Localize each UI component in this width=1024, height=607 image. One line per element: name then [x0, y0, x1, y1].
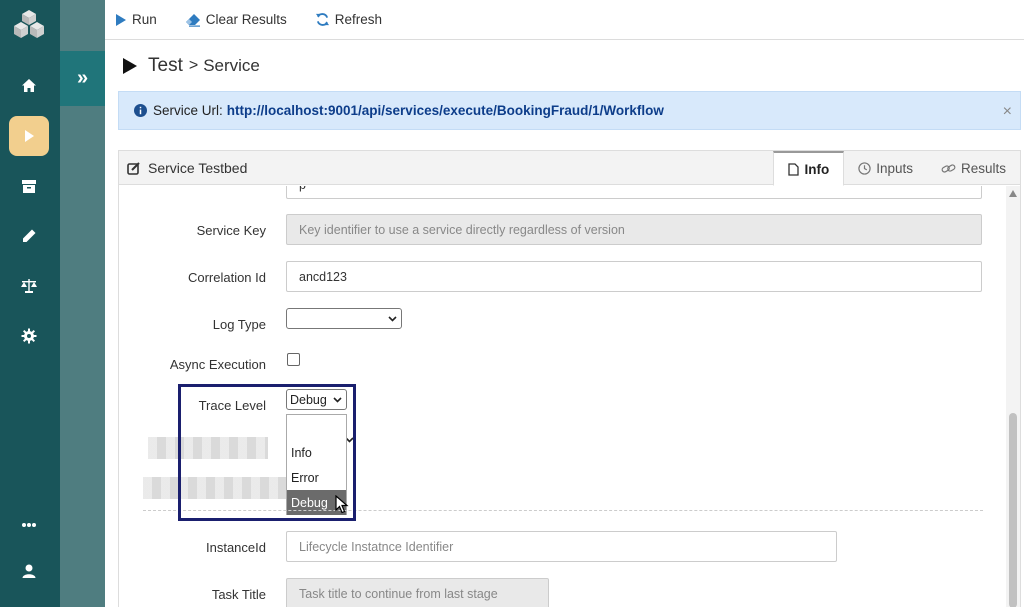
correlation-id-label: Correlation Id [187, 270, 266, 285]
left-nav [0, 0, 60, 607]
redacted-label [143, 477, 289, 499]
clear-results-label: Clear Results [205, 12, 287, 27]
task-title-input: Task title to continue from last stage [286, 578, 549, 607]
home-icon [22, 79, 36, 92]
service-testbed-panel: Service Testbed Info Inputs Results Serv… [118, 150, 1021, 607]
tab-inputs-label: Inputs [876, 160, 913, 176]
close-icon[interactable]: × [1003, 103, 1012, 121]
run-button[interactable]: Run [115, 12, 157, 27]
log-type-select[interactable] [286, 308, 402, 329]
tab-info-label: Info [804, 161, 830, 177]
refresh-icon [315, 13, 329, 26]
link-icon [941, 163, 956, 173]
play-icon [25, 130, 34, 142]
edit-square-icon [127, 161, 140, 175]
tab-info[interactable]: Info [773, 151, 845, 186]
nav-archive-button[interactable] [9, 166, 49, 206]
balance-scale-icon [21, 279, 37, 293]
vertical-scrollbar[interactable] [1006, 186, 1020, 607]
trace-level-label: Trace Level [198, 398, 266, 413]
nav-user-button[interactable] [9, 551, 49, 591]
task-title-placeholder: Task title to continue from last stage [299, 586, 498, 601]
tab-results-label: Results [960, 160, 1006, 176]
section-divider [143, 510, 983, 511]
service-key-placeholder: Key identifier to use a service directly… [299, 222, 625, 237]
instance-id-label: InstanceId [206, 540, 266, 555]
mouse-pointer-icon [335, 495, 349, 514]
play-icon [123, 58, 137, 74]
scroll-up-arrow-icon[interactable] [1009, 190, 1017, 197]
correlation-id-value: ancd123 [299, 269, 347, 284]
nav-balance-button[interactable] [9, 266, 49, 306]
breadcrumb-separator: > [188, 57, 199, 74]
eraser-icon [185, 13, 200, 27]
file-icon [788, 162, 800, 176]
app-window: » Run Clear Results Refresh Test > Servi… [0, 0, 1024, 607]
expand-sidebar-button[interactable]: » [60, 51, 105, 106]
play-icon [116, 13, 126, 26]
service-key-input: Key identifier to use a service directly… [286, 214, 982, 245]
service-url-alert: Service Url: http://localhost:9001/api/s… [118, 91, 1021, 130]
toolbar: Run Clear Results Refresh [105, 0, 1024, 40]
nav-more-button[interactable] [9, 505, 49, 545]
run-label: Run [132, 12, 157, 27]
refresh-label: Refresh [334, 12, 383, 27]
top-partial-field[interactable]: p [286, 186, 982, 199]
alert-prefix: Service Url: [153, 103, 223, 118]
trace-level-select[interactable]: Debug [286, 389, 347, 410]
scrollbar-thumb[interactable] [1009, 413, 1017, 607]
service-key-label: Service Key [196, 223, 266, 238]
tab-results[interactable]: Results [927, 151, 1020, 185]
instance-id-placeholder: Lifecycle Instatnce Identifier [299, 539, 454, 554]
breadcrumb-current: Service [203, 56, 260, 75]
nav-edit-button[interactable] [9, 216, 49, 256]
chevron-down-icon [388, 315, 397, 322]
breadcrumb: Test > Service [122, 55, 260, 77]
correlation-id-input[interactable]: ancd123 [286, 261, 982, 292]
panel-title: Service Testbed [148, 159, 248, 176]
async-execution-label: Async Execution [169, 357, 266, 372]
cubes-logo-icon [14, 10, 44, 38]
double-chevron-right-icon: » [76, 67, 89, 89]
task-title-label: Task Title [211, 587, 266, 602]
clear-results-button[interactable]: Clear Results [185, 12, 287, 27]
nav-home-button[interactable] [9, 66, 49, 106]
gear-icon [21, 328, 37, 344]
refresh-button[interactable]: Refresh [315, 12, 382, 27]
top-partial-field-value: p [299, 186, 306, 192]
async-execution-checkbox[interactable] [287, 353, 300, 366]
panel-header: Service Testbed Info Inputs Results [119, 151, 1020, 186]
chevron-down-icon [333, 396, 342, 403]
pencil-icon [23, 229, 36, 242]
secondary-sidebar: » [60, 0, 105, 607]
panel-tabs: Info Inputs Results [773, 151, 1020, 186]
breadcrumb-root[interactable]: Test [148, 55, 183, 77]
info-circle-icon [134, 104, 147, 117]
trace-level-option-empty[interactable] [287, 415, 346, 440]
trace-level-value: Debug [290, 392, 327, 407]
nav-settings-button[interactable] [9, 316, 49, 356]
service-url-link[interactable]: http://localhost:9001/api/services/execu… [227, 103, 664, 118]
info-form: p Service Key Key identifier to use a se… [119, 186, 1006, 607]
trace-level-option-info[interactable]: Info [287, 440, 346, 465]
tab-inputs[interactable]: Inputs [844, 151, 927, 185]
nav-test-button[interactable] [9, 116, 49, 156]
trace-level-option-error[interactable]: Error [287, 465, 346, 490]
archive-icon [22, 180, 36, 193]
ellipsis-icon [22, 523, 36, 527]
log-type-label: Log Type [212, 317, 266, 332]
redacted-label [148, 437, 268, 459]
clock-icon [858, 161, 871, 175]
instance-id-input[interactable]: Lifecycle Instatnce Identifier [286, 531, 837, 562]
main-content: Run Clear Results Refresh Test > Service… [105, 0, 1024, 607]
user-icon [22, 564, 36, 578]
